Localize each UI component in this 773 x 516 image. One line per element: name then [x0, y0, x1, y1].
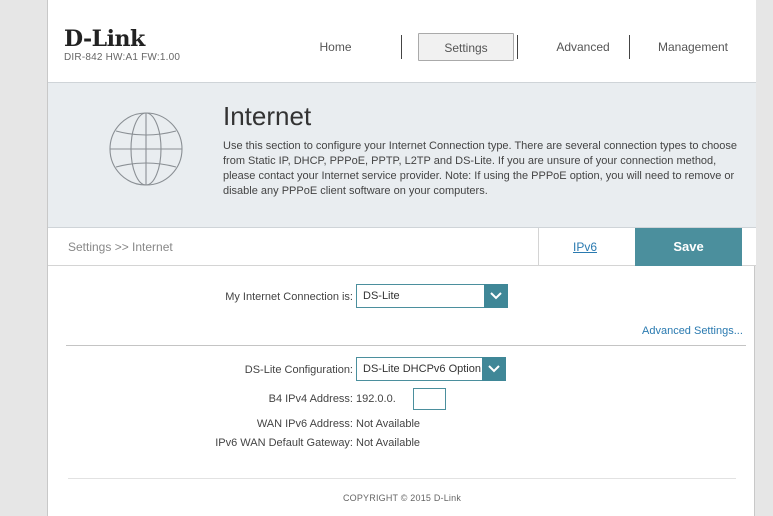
header: D-Link DIR-842 HW:A1 FW:1.00 Home Settin… — [48, 0, 756, 82]
dlink-logo: D-Link — [64, 26, 145, 52]
nav-divider — [629, 35, 630, 59]
connection-type-label: My Internet Connection is: — [225, 291, 353, 303]
save-button[interactable]: Save — [635, 228, 742, 266]
connection-type-value: DS-Lite — [363, 290, 400, 302]
nav-home[interactable]: Home — [288, 33, 383, 61]
globe-icon — [109, 112, 183, 186]
ipv6-gateway-label: IPv6 WAN Default Gateway: — [215, 437, 353, 449]
wan-ipv6-value: Not Available — [356, 418, 421, 430]
page-banner: Internet Use this section to configure y… — [48, 82, 756, 228]
chevron-down-icon — [484, 284, 508, 308]
nav-management[interactable]: Management — [643, 33, 743, 61]
action-divider — [538, 228, 539, 266]
connection-type-select[interactable]: DS-Lite — [356, 284, 508, 308]
model-info: DIR-842 HW:A1 FW:1.00 — [64, 52, 181, 63]
b4-ipv4-label: B4 IPv4 Address: — [268, 393, 353, 405]
dslite-config-value: DS-Lite DHCPv6 Option — [363, 363, 481, 375]
chevron-down-icon — [482, 357, 506, 381]
ipv6-gateway-value: Not Available — [356, 437, 421, 449]
nav-divider — [517, 35, 518, 59]
nav-divider — [401, 35, 402, 59]
b4-ipv4-prefix: 192.0.0. — [356, 393, 396, 405]
b4-ipv4-input[interactable] — [413, 388, 446, 410]
section-divider — [66, 345, 746, 346]
dslite-config-select[interactable]: DS-Lite DHCPv6 Option — [356, 357, 506, 381]
footer-divider — [68, 478, 736, 479]
nav-advanced[interactable]: Advanced — [533, 33, 633, 61]
wan-ipv6-label: WAN IPv6 Address: — [256, 418, 353, 430]
advanced-settings-link[interactable]: Advanced Settings... — [642, 325, 743, 337]
nav-settings[interactable]: Settings — [418, 33, 514, 61]
copyright-text: COPYRIGHT © 2015 D-Link — [342, 493, 462, 503]
dslite-config-label: DS-Lite Configuration: — [244, 364, 353, 376]
page-description: Use this section to configure your Inter… — [223, 140, 738, 197]
router-admin-page: D-Link DIR-842 HW:A1 FW:1.00 Home Settin… — [47, 0, 756, 516]
ipv6-link[interactable]: IPv6 — [573, 240, 597, 254]
page-title: Internet — [223, 101, 312, 131]
action-bar: Settings >> Internet IPv6 Save — [48, 228, 756, 266]
breadcrumb: Settings >> Internet — [68, 240, 173, 254]
